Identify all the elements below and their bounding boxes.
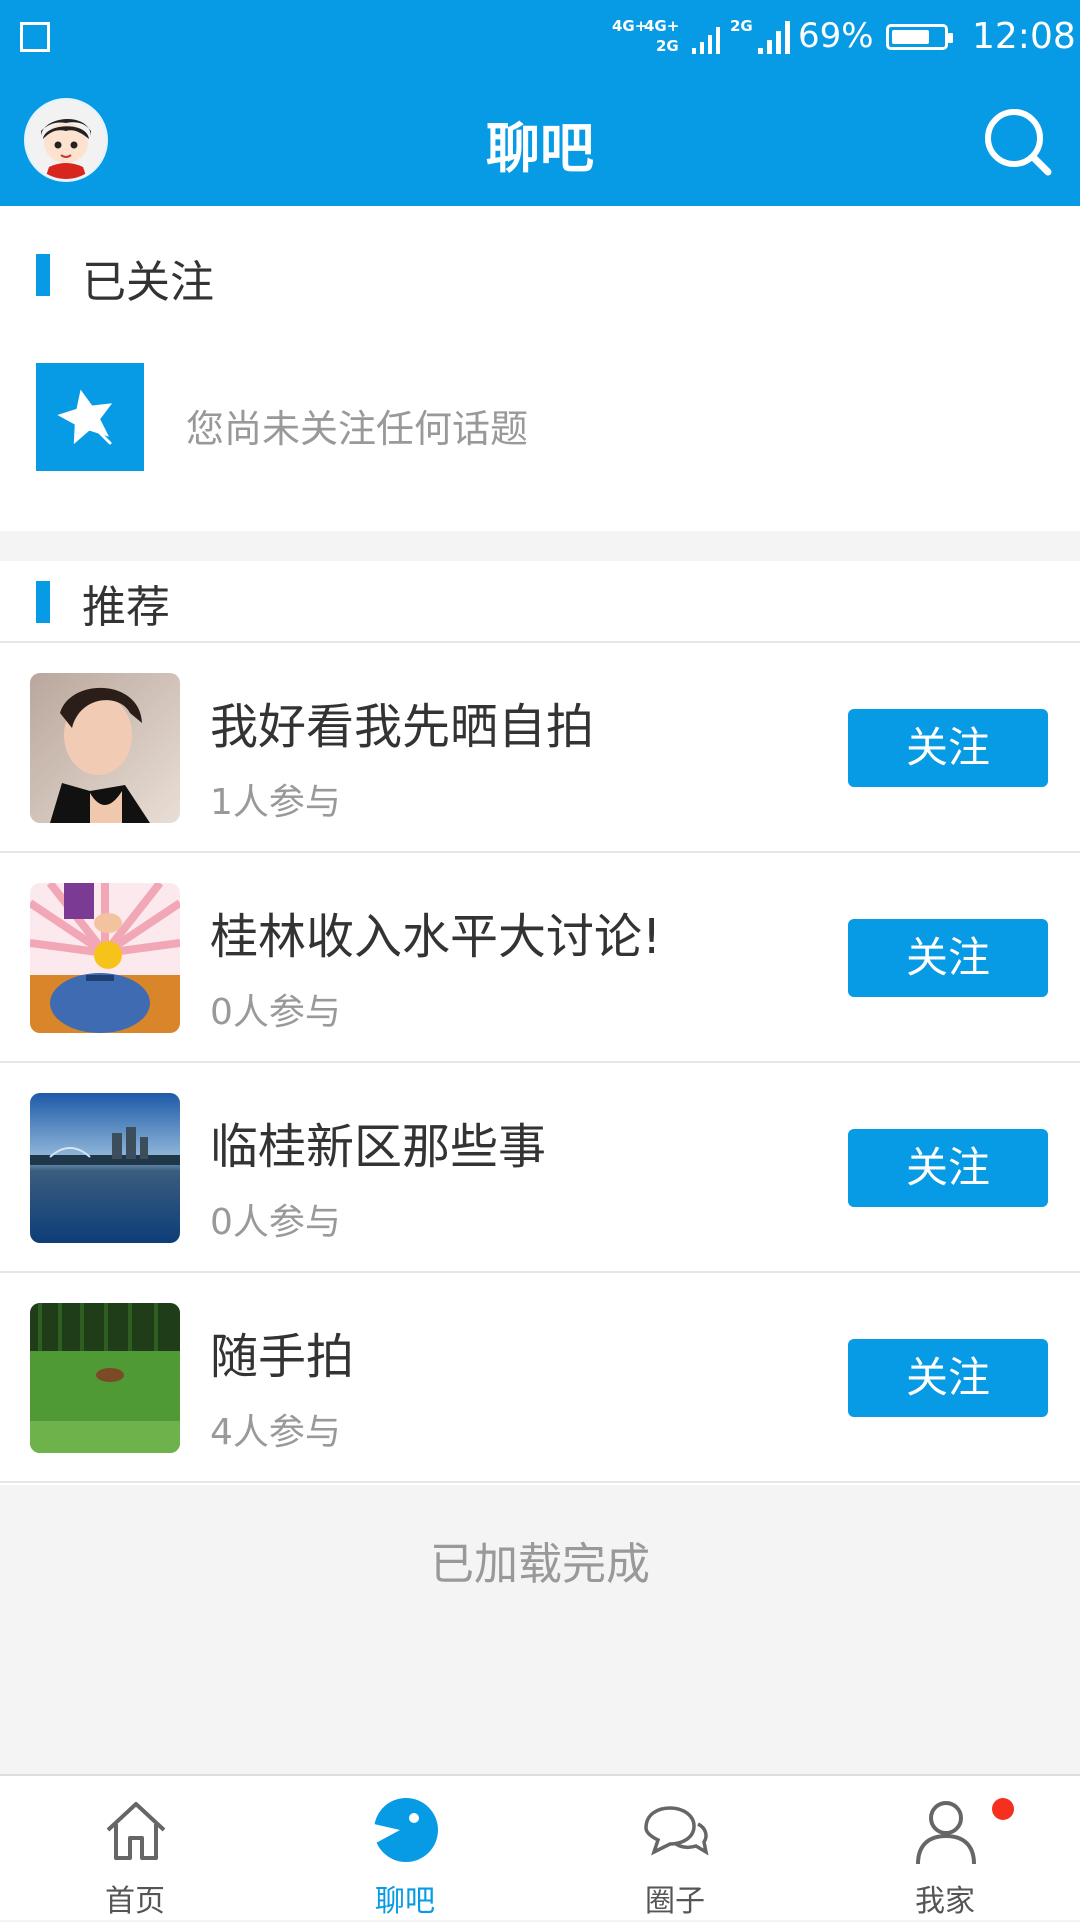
topic-participants: 0人参与 [210, 1202, 341, 1243]
recommend-section: 推荐 我好看我先晒自拍 1人参与 关注 桂林收入水平大讨论! 0人参与 关注 临… [0, 561, 1080, 1485]
status-bar: 4G+ 4G+ 2G 2G 69% 12:08 [0, 0, 1080, 76]
home-icon [106, 1802, 166, 1860]
network-type-label: 4G+ [612, 17, 648, 35]
top-bar: 4G+ 4G+ 2G 2G 69% 12:08 聊吧 [0, 0, 1080, 206]
empty-star-icon [36, 363, 144, 471]
tab-home[interactable]: 首页 [0, 1776, 270, 1922]
follow-button[interactable]: 关注 [848, 919, 1048, 997]
battery-percent: 69% [798, 16, 874, 56]
recommend-header: 推荐 [0, 561, 1080, 643]
bottom-tab-bar: 首页 聊吧 圈子 我家 [0, 1774, 1080, 1920]
topic-thumbnail [30, 1093, 180, 1243]
battery-icon [886, 24, 953, 50]
section-title-recommend: 推荐 [82, 582, 170, 633]
section-accent-bar [36, 581, 50, 623]
follow-button[interactable]: 关注 [848, 1129, 1048, 1207]
tab-label: 聊吧 [375, 1884, 435, 1919]
topic-row[interactable]: 我好看我先晒自拍 1人参与 关注 [0, 643, 1080, 853]
section-accent-bar [36, 254, 50, 296]
topic-title: 我好看我先晒自拍 [210, 699, 595, 755]
topic-title: 临桂新区那些事 [210, 1119, 547, 1175]
topic-thumbnail [30, 673, 180, 823]
speech-bubbles-icon [644, 1806, 709, 1856]
follow-button[interactable]: 关注 [848, 709, 1048, 787]
tab-my-home[interactable]: 我家 [810, 1776, 1080, 1922]
tab-chat[interactable]: 聊吧 [270, 1776, 540, 1922]
signal-icon [692, 27, 720, 54]
topic-title: 桂林收入水平大讨论! [210, 909, 662, 965]
topic-row[interactable]: 随手拍 4人参与 关注 [0, 1273, 1080, 1483]
tab-label: 首页 [105, 1884, 165, 1919]
followed-section: 已关注 您尚未关注任何话题 [0, 206, 1080, 531]
topic-participants: 1人参与 [210, 782, 341, 823]
notification-badge [992, 1798, 1014, 1820]
topic-participants: 4人参与 [210, 1412, 341, 1453]
tab-label: 圈子 [645, 1884, 705, 1919]
topic-row[interactable]: 临桂新区那些事 0人参与 关注 [0, 1063, 1080, 1273]
network-type-label: 2G [656, 37, 679, 55]
topic-thumbnail [30, 883, 180, 1033]
topic-thumbnail [30, 1303, 180, 1453]
tab-circle[interactable]: 圈子 [540, 1776, 810, 1922]
topic-title: 随手拍 [210, 1329, 355, 1385]
user-icon [916, 1801, 976, 1865]
network-type-label: 2G [730, 17, 753, 35]
screenshot-icon [20, 22, 50, 52]
empty-follow-text: 您尚未关注任何话题 [186, 407, 529, 451]
topic-row[interactable]: 桂林收入水平大讨论! 0人参与 关注 [0, 853, 1080, 1063]
search-icon[interactable] [980, 104, 1056, 180]
load-complete-text: 已加载完成 [430, 1539, 650, 1590]
signal-icon [758, 21, 790, 54]
network-type-label: 4G+ [644, 17, 680, 35]
tab-label: 我家 [915, 1884, 975, 1919]
chat-fish-icon [374, 1798, 438, 1862]
topic-participants: 0人参与 [210, 992, 341, 1033]
status-time: 12:08 [972, 16, 1076, 57]
page-title: 聊吧 [486, 117, 594, 180]
section-title-followed: 已关注 [82, 257, 214, 308]
follow-button[interactable]: 关注 [848, 1339, 1048, 1417]
